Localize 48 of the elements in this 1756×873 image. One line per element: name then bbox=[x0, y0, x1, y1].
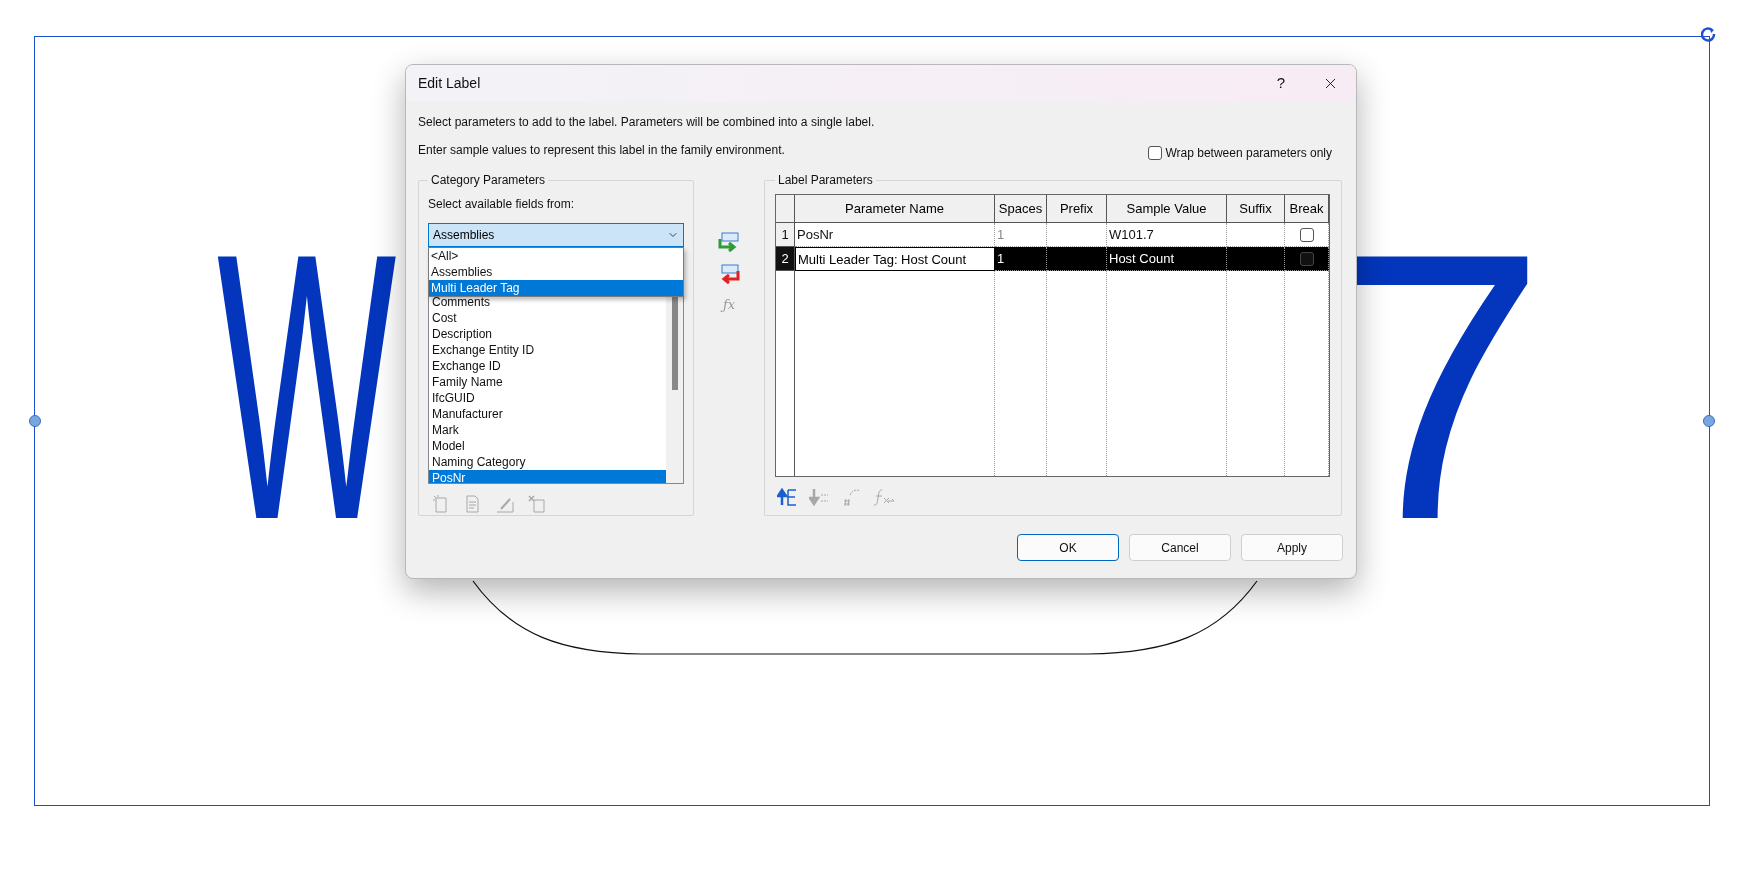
group-title: Category Parameters bbox=[430, 172, 547, 189]
column-header[interactable]: Prefix bbox=[1047, 195, 1107, 222]
window-title: Edit Label bbox=[418, 73, 481, 93]
group-title: Label Parameters bbox=[777, 172, 874, 189]
list-item[interactable]: Family Name bbox=[429, 374, 666, 390]
list-item[interactable]: PosNr bbox=[429, 470, 666, 483]
column-header[interactable]: Sample Value bbox=[1107, 195, 1227, 222]
add-arrow-icon[interactable] bbox=[718, 231, 740, 253]
dropdown-option[interactable]: <All> bbox=[429, 248, 683, 264]
remove-arrow-icon[interactable] bbox=[718, 263, 740, 285]
list-item[interactable]: Mark bbox=[429, 422, 666, 438]
table-cell: 1 bbox=[995, 247, 1047, 271]
table-cell: Host Count bbox=[1107, 247, 1227, 271]
instruction-text: Enter sample values to represent this label in the family environment. bbox=[418, 142, 785, 158]
instruction-text: Select parameters to add to the label. Parameters will be combined into a single label. bbox=[418, 114, 876, 130]
list-item[interactable]: Exchange Entity ID bbox=[429, 342, 666, 358]
dialog-button[interactable]: Apply bbox=[1241, 534, 1343, 561]
field-label: Select available fields from: bbox=[428, 196, 576, 213]
row-number: 2 bbox=[776, 247, 795, 271]
break-checkbox[interactable] bbox=[1299, 251, 1314, 266]
text-input[interactable]: Multi Leader Tag: Host Count bbox=[795, 247, 995, 271]
label-text: W bbox=[217, 197, 397, 577]
grip-handle[interactable] bbox=[29, 415, 41, 427]
column-header[interactable]: Parameter Name bbox=[795, 195, 995, 222]
help-button[interactable]: ? bbox=[1258, 65, 1304, 101]
row-number: 1 bbox=[776, 223, 795, 247]
list-item[interactable]: Exchange ID bbox=[429, 358, 666, 374]
dialog-button[interactable]: OK bbox=[1017, 534, 1119, 561]
move-up-icon[interactable] bbox=[777, 487, 799, 507]
column-header[interactable]: Suffix bbox=[1227, 195, 1285, 222]
dropdown[interactable]: Assemblies bbox=[428, 223, 684, 247]
grip-handle[interactable] bbox=[1703, 415, 1715, 427]
list-item[interactable]: Cost bbox=[429, 310, 666, 326]
column-header[interactable]: Spaces bbox=[995, 195, 1047, 222]
list-item[interactable]: Description bbox=[429, 326, 666, 342]
dialog-button[interactable]: Cancel bbox=[1129, 534, 1231, 561]
list-item[interactable]: IfcGUID bbox=[429, 390, 666, 406]
dropdown-option[interactable]: Multi Leader Tag bbox=[429, 280, 683, 296]
list-item[interactable]: Comments bbox=[429, 294, 666, 310]
list-item[interactable]: Naming Category bbox=[429, 454, 666, 470]
list-item[interactable]: Manufacturer bbox=[429, 406, 666, 422]
wrap-checkbox[interactable] bbox=[1148, 146, 1163, 160]
column-header[interactable]: Break bbox=[1285, 195, 1329, 222]
list-item[interactable]: Model bbox=[429, 438, 666, 454]
rotate-icon[interactable] bbox=[1701, 27, 1717, 43]
dropdown-option[interactable]: Assemblies bbox=[429, 264, 683, 280]
checkbox-label[interactable]: Wrap between parameters only bbox=[1165, 144, 1332, 162]
break-checkbox[interactable] bbox=[1299, 227, 1314, 242]
